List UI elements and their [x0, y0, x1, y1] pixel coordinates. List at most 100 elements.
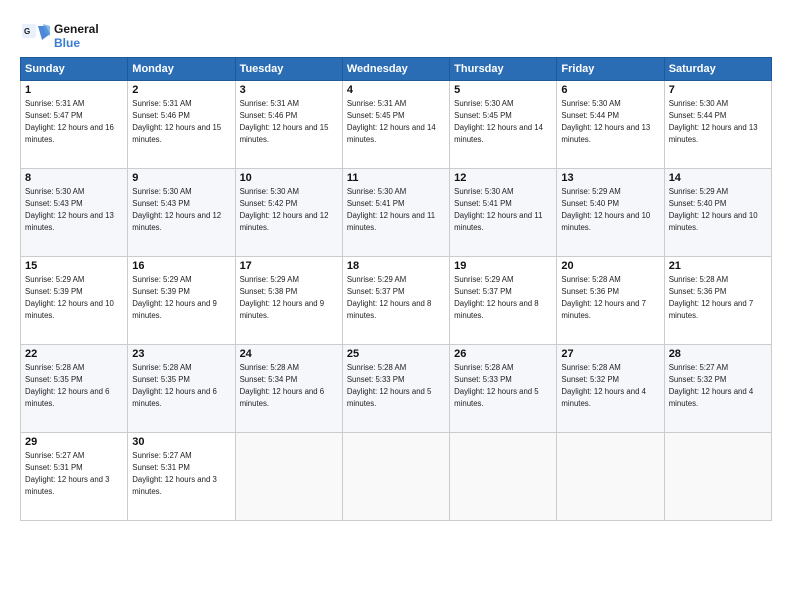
- day-info: Sunrise: 5:30 AMSunset: 5:43 PMDaylight:…: [132, 187, 221, 232]
- day-info: Sunrise: 5:28 AMSunset: 5:34 PMDaylight:…: [240, 363, 325, 408]
- day-info: Sunrise: 5:31 AMSunset: 5:45 PMDaylight:…: [347, 99, 436, 144]
- day-number: 24: [240, 348, 338, 360]
- logo: G General Blue: [20, 22, 99, 51]
- day-number: 10: [240, 172, 338, 184]
- table-row: 3 Sunrise: 5:31 AMSunset: 5:46 PMDayligh…: [235, 80, 342, 168]
- table-row: 10 Sunrise: 5:30 AMSunset: 5:42 PMDaylig…: [235, 168, 342, 256]
- table-row: 23 Sunrise: 5:28 AMSunset: 5:35 PMDaylig…: [128, 344, 235, 432]
- table-row: 11 Sunrise: 5:30 AMSunset: 5:41 PMDaylig…: [342, 168, 449, 256]
- day-header-sunday: Sunday: [21, 57, 128, 80]
- day-info: Sunrise: 5:28 AMSunset: 5:33 PMDaylight:…: [347, 363, 432, 408]
- table-row: [342, 432, 449, 520]
- day-number: 27: [561, 348, 659, 360]
- day-number: 3: [240, 84, 338, 96]
- day-info: Sunrise: 5:29 AMSunset: 5:40 PMDaylight:…: [669, 187, 758, 232]
- day-number: 1: [25, 84, 123, 96]
- calendar-table: SundayMondayTuesdayWednesdayThursdayFrid…: [20, 57, 772, 521]
- day-number: 16: [132, 260, 230, 272]
- logo-svg: G: [20, 22, 50, 50]
- day-number: 17: [240, 260, 338, 272]
- day-info: Sunrise: 5:30 AMSunset: 5:41 PMDaylight:…: [347, 187, 435, 232]
- day-number: 25: [347, 348, 445, 360]
- day-number: 7: [669, 84, 767, 96]
- table-row: 13 Sunrise: 5:29 AMSunset: 5:40 PMDaylig…: [557, 168, 664, 256]
- day-header-wednesday: Wednesday: [342, 57, 449, 80]
- table-row: 28 Sunrise: 5:27 AMSunset: 5:32 PMDaylig…: [664, 344, 771, 432]
- day-number: 2: [132, 84, 230, 96]
- day-header-monday: Monday: [128, 57, 235, 80]
- day-number: 23: [132, 348, 230, 360]
- day-info: Sunrise: 5:31 AMSunset: 5:46 PMDaylight:…: [132, 99, 221, 144]
- day-info: Sunrise: 5:29 AMSunset: 5:38 PMDaylight:…: [240, 275, 325, 320]
- table-row: 27 Sunrise: 5:28 AMSunset: 5:32 PMDaylig…: [557, 344, 664, 432]
- table-row: 19 Sunrise: 5:29 AMSunset: 5:37 PMDaylig…: [450, 256, 557, 344]
- day-info: Sunrise: 5:30 AMSunset: 5:45 PMDaylight:…: [454, 99, 543, 144]
- table-row: 1 Sunrise: 5:31 AMSunset: 5:47 PMDayligh…: [21, 80, 128, 168]
- table-row: 14 Sunrise: 5:29 AMSunset: 5:40 PMDaylig…: [664, 168, 771, 256]
- day-number: 19: [454, 260, 552, 272]
- day-info: Sunrise: 5:29 AMSunset: 5:37 PMDaylight:…: [347, 275, 432, 320]
- day-info: Sunrise: 5:28 AMSunset: 5:35 PMDaylight:…: [132, 363, 217, 408]
- table-row: 7 Sunrise: 5:30 AMSunset: 5:44 PMDayligh…: [664, 80, 771, 168]
- day-info: Sunrise: 5:30 AMSunset: 5:43 PMDaylight:…: [25, 187, 114, 232]
- table-row: 5 Sunrise: 5:30 AMSunset: 5:45 PMDayligh…: [450, 80, 557, 168]
- day-number: 12: [454, 172, 552, 184]
- day-number: 4: [347, 84, 445, 96]
- table-row: 29 Sunrise: 5:27 AMSunset: 5:31 PMDaylig…: [21, 432, 128, 520]
- day-header-thursday: Thursday: [450, 57, 557, 80]
- table-row: 2 Sunrise: 5:31 AMSunset: 5:46 PMDayligh…: [128, 80, 235, 168]
- table-row: 21 Sunrise: 5:28 AMSunset: 5:36 PMDaylig…: [664, 256, 771, 344]
- day-info: Sunrise: 5:30 AMSunset: 5:44 PMDaylight:…: [561, 99, 650, 144]
- day-info: Sunrise: 5:30 AMSunset: 5:41 PMDaylight:…: [454, 187, 542, 232]
- day-info: Sunrise: 5:28 AMSunset: 5:36 PMDaylight:…: [669, 275, 754, 320]
- day-info: Sunrise: 5:30 AMSunset: 5:44 PMDaylight:…: [669, 99, 758, 144]
- table-row: 17 Sunrise: 5:29 AMSunset: 5:38 PMDaylig…: [235, 256, 342, 344]
- day-info: Sunrise: 5:29 AMSunset: 5:40 PMDaylight:…: [561, 187, 650, 232]
- table-row: 22 Sunrise: 5:28 AMSunset: 5:35 PMDaylig…: [21, 344, 128, 432]
- day-info: Sunrise: 5:29 AMSunset: 5:39 PMDaylight:…: [25, 275, 114, 320]
- table-row: 24 Sunrise: 5:28 AMSunset: 5:34 PMDaylig…: [235, 344, 342, 432]
- table-row: 30 Sunrise: 5:27 AMSunset: 5:31 PMDaylig…: [128, 432, 235, 520]
- day-number: 5: [454, 84, 552, 96]
- table-row: [450, 432, 557, 520]
- day-number: 15: [25, 260, 123, 272]
- logo-line1: General: [54, 22, 99, 36]
- day-number: 22: [25, 348, 123, 360]
- table-row: [235, 432, 342, 520]
- day-number: 30: [132, 436, 230, 448]
- day-info: Sunrise: 5:30 AMSunset: 5:42 PMDaylight:…: [240, 187, 329, 232]
- day-number: 14: [669, 172, 767, 184]
- table-row: 9 Sunrise: 5:30 AMSunset: 5:43 PMDayligh…: [128, 168, 235, 256]
- day-info: Sunrise: 5:28 AMSunset: 5:33 PMDaylight:…: [454, 363, 539, 408]
- day-header-tuesday: Tuesday: [235, 57, 342, 80]
- day-info: Sunrise: 5:29 AMSunset: 5:39 PMDaylight:…: [132, 275, 217, 320]
- table-row: 20 Sunrise: 5:28 AMSunset: 5:36 PMDaylig…: [557, 256, 664, 344]
- day-number: 28: [669, 348, 767, 360]
- table-row: 26 Sunrise: 5:28 AMSunset: 5:33 PMDaylig…: [450, 344, 557, 432]
- table-row: 6 Sunrise: 5:30 AMSunset: 5:44 PMDayligh…: [557, 80, 664, 168]
- table-row: [664, 432, 771, 520]
- day-number: 18: [347, 260, 445, 272]
- day-number: 9: [132, 172, 230, 184]
- logo-line2: Blue: [54, 36, 99, 50]
- day-info: Sunrise: 5:28 AMSunset: 5:32 PMDaylight:…: [561, 363, 646, 408]
- day-number: 13: [561, 172, 659, 184]
- table-row: 4 Sunrise: 5:31 AMSunset: 5:45 PMDayligh…: [342, 80, 449, 168]
- day-number: 29: [25, 436, 123, 448]
- day-info: Sunrise: 5:29 AMSunset: 5:37 PMDaylight:…: [454, 275, 539, 320]
- table-row: 15 Sunrise: 5:29 AMSunset: 5:39 PMDaylig…: [21, 256, 128, 344]
- day-number: 20: [561, 260, 659, 272]
- day-info: Sunrise: 5:27 AMSunset: 5:31 PMDaylight:…: [25, 451, 110, 496]
- table-row: 16 Sunrise: 5:29 AMSunset: 5:39 PMDaylig…: [128, 256, 235, 344]
- table-row: 8 Sunrise: 5:30 AMSunset: 5:43 PMDayligh…: [21, 168, 128, 256]
- table-row: [557, 432, 664, 520]
- day-header-saturday: Saturday: [664, 57, 771, 80]
- day-info: Sunrise: 5:27 AMSunset: 5:31 PMDaylight:…: [132, 451, 217, 496]
- day-info: Sunrise: 5:28 AMSunset: 5:36 PMDaylight:…: [561, 275, 646, 320]
- day-number: 8: [25, 172, 123, 184]
- table-row: 25 Sunrise: 5:28 AMSunset: 5:33 PMDaylig…: [342, 344, 449, 432]
- day-header-friday: Friday: [557, 57, 664, 80]
- day-info: Sunrise: 5:28 AMSunset: 5:35 PMDaylight:…: [25, 363, 110, 408]
- day-number: 26: [454, 348, 552, 360]
- day-number: 11: [347, 172, 445, 184]
